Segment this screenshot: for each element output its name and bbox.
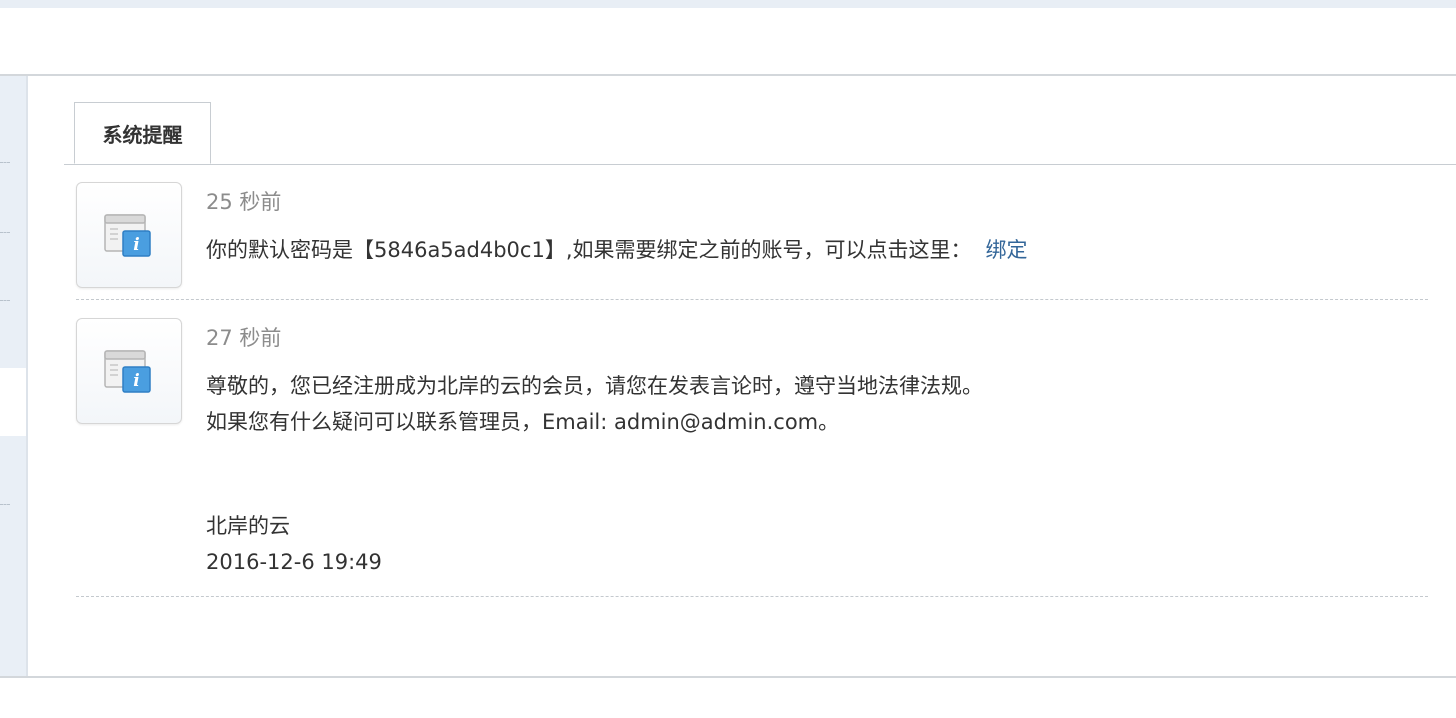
notification-item: i 25 秒前 你的默认密码是【5846a5ad4b0c1】,如果需要绑定之前的… [76, 182, 1428, 292]
sidebar-divider [0, 162, 10, 163]
notification-divider [76, 299, 1428, 300]
sidebar-divider [0, 232, 10, 233]
svg-text:i: i [133, 371, 139, 391]
notification-body: 你的默认密码是【5846a5ad4b0c1】,如果需要绑定之前的账号，可以点击这… [206, 232, 1028, 268]
tab-system-notice[interactable]: 系统提醒 [74, 102, 211, 164]
top-strip [0, 0, 1456, 8]
notification-icon-box: i [76, 182, 182, 288]
notification-time: 25 秒前 [206, 190, 282, 214]
footer-rule [0, 676, 1456, 678]
sidebar-divider [0, 504, 10, 505]
sidebar-block-bottom [0, 436, 26, 676]
info-window-icon: i [104, 214, 151, 257]
notification-icon-box: i [76, 318, 182, 424]
notification-line: 尊敬的，您已经注册成为北岸的云的会员，请您在发表言论时，遵守当地法律法规。 [206, 374, 983, 398]
header-band [0, 8, 1456, 76]
notification-text: 你的默认密码是【5846a5ad4b0c1】,如果需要绑定之前的账号，可以点击这… [206, 238, 972, 262]
signature-date: 2016-12-6 19:49 [206, 550, 382, 574]
notification-item: i 27 秒前 尊敬的，您已经注册成为北岸的云的会员，请您在发表言论时，遵守当地… [76, 318, 1428, 588]
notification-body: 尊敬的，您已经注册成为北岸的云的会员，请您在发表言论时，遵守当地法律法规。 如果… [206, 368, 983, 440]
signature-name: 北岸的云 [206, 514, 290, 538]
sidebar-divider [0, 300, 10, 301]
sidebar-block-top [0, 76, 26, 368]
tab-bar-rule [64, 164, 1456, 165]
bind-account-link[interactable]: 绑定 [986, 238, 1028, 262]
sidebar [0, 76, 28, 676]
notification-line: 如果您有什么疑问可以联系管理员，Email: admin@admin.com。 [206, 410, 840, 434]
svg-text:i: i [133, 235, 139, 255]
notification-time: 27 秒前 [206, 326, 282, 350]
info-window-icon: i [104, 350, 151, 393]
notification-signature: 北岸的云 2016-12-6 19:49 [206, 508, 382, 580]
notification-divider [76, 596, 1428, 597]
